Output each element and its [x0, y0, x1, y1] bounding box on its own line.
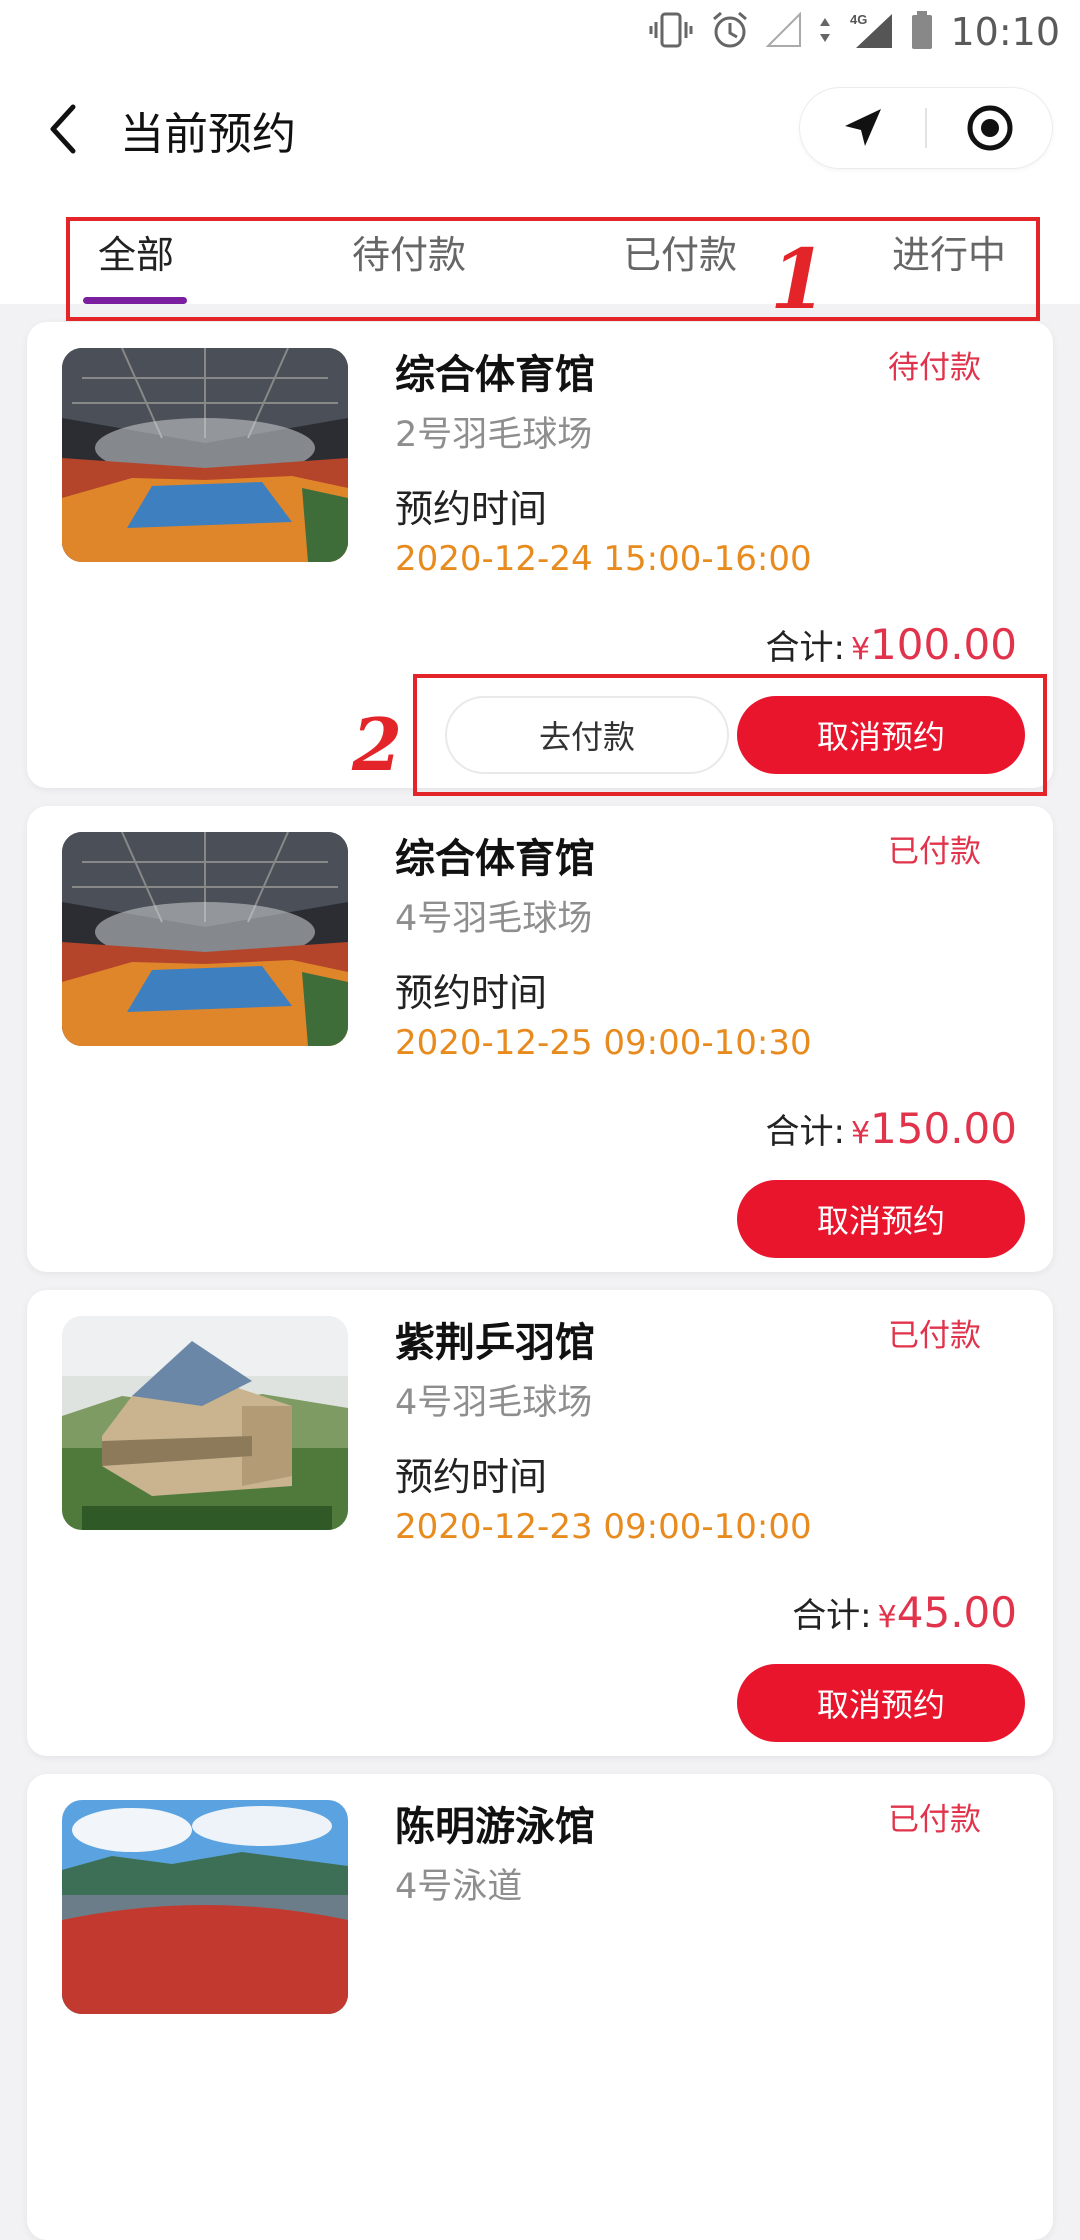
data-arrows-icon [818, 12, 832, 52]
vibrate-icon [648, 10, 694, 54]
total-amount: 45.00 [896, 1588, 1017, 1637]
total-price: 合计: ¥ 100.00 [765, 620, 1017, 669]
status-badge: 待付款 [888, 350, 981, 386]
location-button[interactable] [800, 88, 925, 168]
alarm-icon [710, 10, 750, 54]
close-target-button[interactable] [927, 88, 1052, 168]
booking-card[interactable]: 综合体育馆 已付款 4号羽毛球场 预约时间 2020-12-25 09:00-1… [27, 806, 1053, 1272]
total-label: 合计: [765, 628, 845, 668]
status-bar: 4G 10:10 [0, 0, 1080, 64]
annotation-marker-2: 2 [352, 702, 403, 787]
target-icon [967, 105, 1012, 151]
booking-time: 2020-12-25 09:00-10:30 [395, 1023, 812, 1063]
currency-symbol: ¥ [877, 1600, 897, 1635]
venue-photo [62, 1316, 348, 1530]
annotation-box-actions [413, 674, 1047, 796]
signal-4g-icon: 4G [848, 10, 894, 54]
battery-icon [910, 10, 934, 54]
currency-symbol: ¥ [850, 1116, 871, 1151]
miniprogram-capsule [800, 88, 1052, 168]
page-title: 当前预约 [120, 109, 296, 160]
cancel-booking-button[interactable]: 取消预约 [737, 1180, 1025, 1258]
chevron-left-icon [50, 104, 76, 154]
time-label: 预约时间 [395, 1455, 548, 1499]
total-price: 合计: ¥ 45.00 [792, 1588, 1017, 1637]
court-name: 4号羽毛球场 [395, 899, 593, 939]
total-amount: 150.00 [870, 1104, 1017, 1153]
signal-empty-icon [766, 11, 802, 52]
court-name: 4号泳道 [395, 1867, 523, 1907]
venue-name: 综合体育馆 [395, 836, 595, 882]
status-badge: 已付款 [888, 1802, 981, 1838]
total-amount: 100.00 [870, 620, 1017, 669]
total-label: 合计: [792, 1596, 872, 1636]
venue-photo [62, 832, 348, 1046]
total-price: 合计: ¥ 150.00 [765, 1104, 1017, 1153]
clock-time: 10:10 [950, 10, 1060, 54]
court-name: 4号羽毛球场 [395, 1383, 593, 1423]
venue-photo [62, 348, 348, 562]
court-name: 2号羽毛球场 [395, 415, 593, 455]
annotation-marker-1: 1 [770, 232, 828, 328]
total-label: 合计: [765, 1112, 845, 1152]
status-badge: 已付款 [888, 1318, 981, 1354]
time-label: 预约时间 [395, 487, 548, 531]
location-arrow-icon [844, 109, 881, 146]
cancel-booking-button[interactable]: 取消预约 [737, 1664, 1025, 1742]
back-button[interactable] [28, 94, 98, 164]
nav-header: 当前预约 [0, 64, 1080, 194]
venue-name: 紫荆乒羽馆 [395, 1320, 595, 1366]
currency-symbol: ¥ [850, 632, 871, 667]
venue-photo [62, 1800, 348, 2014]
annotation-box-tabs [66, 217, 1040, 321]
booking-time: 2020-12-23 09:00-10:00 [395, 1507, 812, 1547]
status-badge: 已付款 [888, 834, 981, 870]
booking-time: 2020-12-24 15:00-16:00 [395, 539, 812, 579]
time-label: 预约时间 [395, 971, 548, 1015]
venue-name: 陈明游泳馆 [395, 1804, 595, 1850]
svg-text:4G: 4G [850, 12, 867, 27]
booking-card[interactable]: 紫荆乒羽馆 已付款 4号羽毛球场 预约时间 2020-12-23 09:00-1… [27, 1290, 1053, 1756]
venue-name: 综合体育馆 [395, 352, 595, 398]
booking-card[interactable]: 陈明游泳馆 已付款 4号泳道 [27, 1774, 1053, 2240]
